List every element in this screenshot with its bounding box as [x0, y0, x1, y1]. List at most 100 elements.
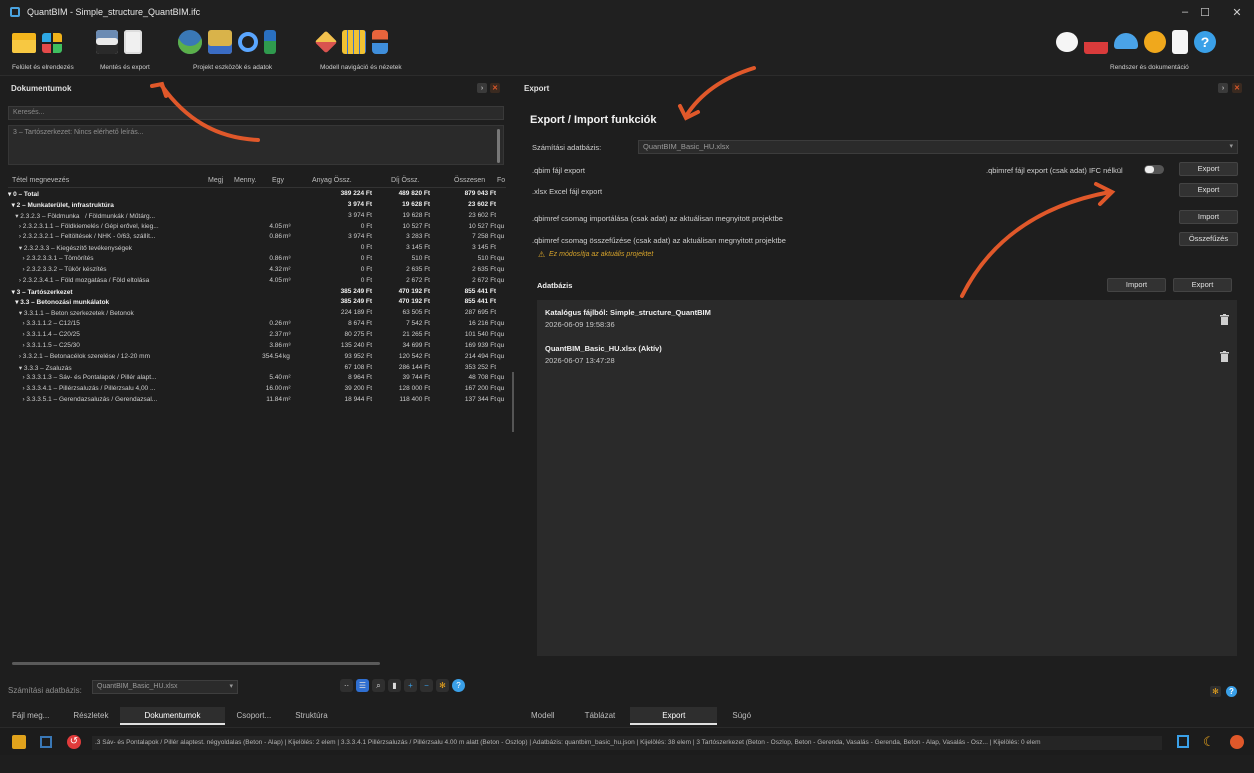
database-select[interactable]: QuantBIM_Basic_HU.xlsx ▾ — [92, 680, 238, 694]
zoom-icon[interactable]: ⌕ — [372, 679, 385, 692]
project-settings-icon[interactable] — [178, 30, 202, 54]
chat-bubble-icon[interactable] — [1056, 32, 1078, 52]
table-row[interactable]: › 2.3.2.3.1.1 – Földkiemelés / Gépi erőv… — [8, 222, 506, 233]
table-row[interactable]: ▾ 3 – Tartószerkezet 385 249 Ft 470 192 Ft… — [8, 287, 506, 298]
table-row[interactable]: › 2.3.2.3.3.1 – Tömörítés 0.86 m³ 0 Ft 510 F… — [8, 254, 506, 265]
dots-icon[interactable]: ·· — [340, 679, 353, 692]
ifc-toggle[interactable] — [1144, 165, 1164, 174]
cell-menny: 0.26 — [269, 320, 282, 328]
table-row[interactable]: › 3.3.1.1.5 – C25/30 3.86 m³ 135 240 Ft 34 6… — [8, 341, 506, 352]
horizontal-scrollbar[interactable] — [12, 662, 380, 665]
gear-icon[interactable] — [1144, 31, 1166, 53]
table-row[interactable]: › 2.3.2.3.3.2 – Tükör készítés 4.32 m² 0 Ft… — [8, 265, 506, 276]
theme-icon[interactable]: ☾ — [1203, 734, 1215, 750]
ship-icon[interactable] — [1084, 30, 1108, 54]
exit-icon[interactable] — [1230, 735, 1244, 749]
list-view-icon[interactable]: ☰ — [356, 679, 369, 692]
table-row[interactable]: ▾ 0 – Total 389 224 Ft 489 820 Ft 879 043 F… — [8, 189, 506, 200]
table-row[interactable]: › 3.3.2.1 – Betonacélok szerelése / 12-2… — [8, 352, 506, 363]
tab-groups[interactable]: Csoport... — [225, 707, 284, 725]
trash-icon[interactable] — [1220, 349, 1229, 362]
settings-icon[interactable]: ✻ — [1210, 686, 1221, 697]
cube-icon[interactable] — [314, 30, 338, 54]
tab-file[interactable]: Fájl meg... — [0, 707, 61, 725]
column-header-anyag[interactable]: Anyag Össz. — [312, 177, 352, 184]
help-icon[interactable]: ? — [1226, 686, 1237, 697]
delete-icon[interactable]: ▮ — [388, 679, 401, 692]
save-icon[interactable] — [96, 30, 118, 54]
column-header-name[interactable]: Tétel megnevezés — [12, 177, 69, 184]
search-magnify-icon[interactable] — [238, 32, 258, 52]
settings-icon[interactable]: ✻ — [436, 679, 449, 692]
xlsx-export-label: .xlsx Excel fájl export — [532, 187, 603, 196]
table-row[interactable]: › 2.3.2.3.2.1 – Feltöltések / NHK - 0/63… — [8, 232, 506, 243]
merge-button[interactable]: Összefűzés — [1179, 232, 1238, 246]
export-button-2[interactable]: Export — [1179, 183, 1238, 197]
database-select[interactable]: QuantBIM_Basic_HU.xlsx ▾ — [638, 140, 1238, 154]
tab-model[interactable]: Modell — [516, 707, 570, 725]
db-export-button[interactable]: Export — [1173, 278, 1232, 292]
export-document-icon[interactable] — [124, 30, 142, 54]
panel-close-icon[interactable]: ✕ — [1232, 83, 1242, 93]
panel-toggle-icon[interactable] — [1177, 735, 1189, 748]
cell-name: › 3.3.3.1.3 – Sáv- és Pontalapok / Pillé… — [8, 374, 157, 382]
database-icon[interactable] — [208, 30, 232, 54]
column-header-egy[interactable]: Egy — [272, 177, 284, 184]
table-row[interactable]: ▾ 2.3.2.3 – Földmunka / Földmunkák / Műt… — [8, 211, 506, 222]
reset-icon[interactable]: ↺ — [67, 735, 81, 749]
export-button-1[interactable]: Export — [1179, 162, 1238, 176]
table-row[interactable]: ▾ 3.3.1.1 – Beton szerkezetek / Betonok 2… — [8, 308, 506, 319]
import-button[interactable]: Import — [1179, 210, 1238, 224]
panel-expand-icon[interactable]: › — [1218, 83, 1228, 93]
remove-icon[interactable]: − — [420, 679, 433, 692]
column-header-megj[interactable]: Megj — [208, 177, 223, 184]
help-icon[interactable]: ? — [1194, 31, 1216, 53]
panel-close-icon[interactable]: ✕ — [490, 83, 500, 93]
table-row[interactable]: › 3.3.1.1.4 – C20/25 2.37 m³ 80 275 Ft 21 26… — [8, 330, 506, 341]
views-icon[interactable] — [372, 30, 388, 54]
table-row[interactable]: › 2.3.2.3.4.1 – Föld mozgatása / Föld el… — [8, 276, 506, 287]
table-row[interactable]: ▾ 3.3 – Betonozási munkálatok 385 249 Ft 4… — [8, 297, 506, 308]
table-row[interactable]: › 3.3.3.5.1 – Gerendazsaluzás / Gerendaz… — [8, 395, 506, 406]
list-item[interactable]: QuantBIM_Basic_HU.xlsx (Aktív) 2026-06-0… — [545, 344, 662, 365]
table-row[interactable]: › 3.3.3.1.3 – Sáv- és Pontalapok / Pillé… — [8, 373, 506, 384]
tab-export[interactable]: Export — [630, 707, 718, 725]
table-row[interactable]: ▾ 2 – Munkaterület, infrastruktúra 3 974 … — [8, 200, 506, 211]
add-icon[interactable]: + — [404, 679, 417, 692]
selection-icon[interactable] — [40, 736, 52, 748]
folder-icon[interactable] — [12, 33, 36, 53]
ribbon-label-navigation: Modell navigáció és nézetek — [320, 64, 402, 71]
cell-dij: 3 283 Ft — [406, 233, 430, 241]
tab-documents[interactable]: Dokumentumok — [120, 707, 225, 725]
maximize-button[interactable]: ☐ — [1188, 0, 1222, 24]
layout-grid-icon[interactable] — [42, 33, 62, 53]
log-icon[interactable] — [12, 735, 26, 749]
table-row[interactable]: › 3.3.3.4.1 – Pillérzsaluzás / Pillérzsa… — [8, 384, 506, 395]
tab-structure[interactable]: Struktúra — [283, 707, 339, 725]
close-window-button[interactable]: ✕ — [1220, 0, 1254, 24]
tab-details[interactable]: Részletek — [61, 707, 120, 725]
tab-help[interactable]: Súgó — [717, 707, 766, 725]
table-row[interactable]: › 3.3.1.1.2 – C12/15 0.26 m³ 8 674 Ft 7 542 … — [8, 319, 506, 330]
document-icon[interactable] — [1172, 30, 1188, 54]
table-view-icon[interactable] — [342, 30, 366, 54]
tab-table[interactable]: Táblázat — [570, 707, 631, 725]
cloud-network-icon[interactable] — [1114, 33, 1138, 49]
help-small-icon[interactable]: ? — [452, 679, 465, 692]
ribbon-label-layout: Felület és elrendezés — [12, 64, 74, 71]
column-header-fo[interactable]: Fo — [497, 177, 505, 184]
table-row[interactable]: ▾ 2.3.2.3.3 – Kiegészítő tevékenységek 0 … — [8, 243, 506, 254]
column-header-ossz[interactable]: Összesen — [454, 177, 485, 184]
description-scrollbar[interactable] — [497, 129, 500, 163]
column-header-menny[interactable]: Menny. — [234, 177, 256, 184]
excel-info-icon[interactable] — [264, 30, 276, 54]
vertical-splitter[interactable] — [512, 372, 514, 432]
panel-expand-icon[interactable]: › — [477, 83, 487, 93]
column-header-dij[interactable]: Díj Össz. — [391, 177, 419, 184]
search-input[interactable]: Keresés... — [8, 106, 504, 120]
trash-icon[interactable] — [1220, 312, 1229, 325]
table-row[interactable]: ▾ 3.3.3 – Zsaluzás 67 108 Ft 286 144 Ft 353… — [8, 363, 506, 374]
cell-dij: 3 145 Ft — [406, 244, 430, 252]
db-import-button[interactable]: Import — [1107, 278, 1166, 292]
list-item[interactable]: Katalógus fájlból: Simple_structure_Quan… — [545, 308, 711, 329]
